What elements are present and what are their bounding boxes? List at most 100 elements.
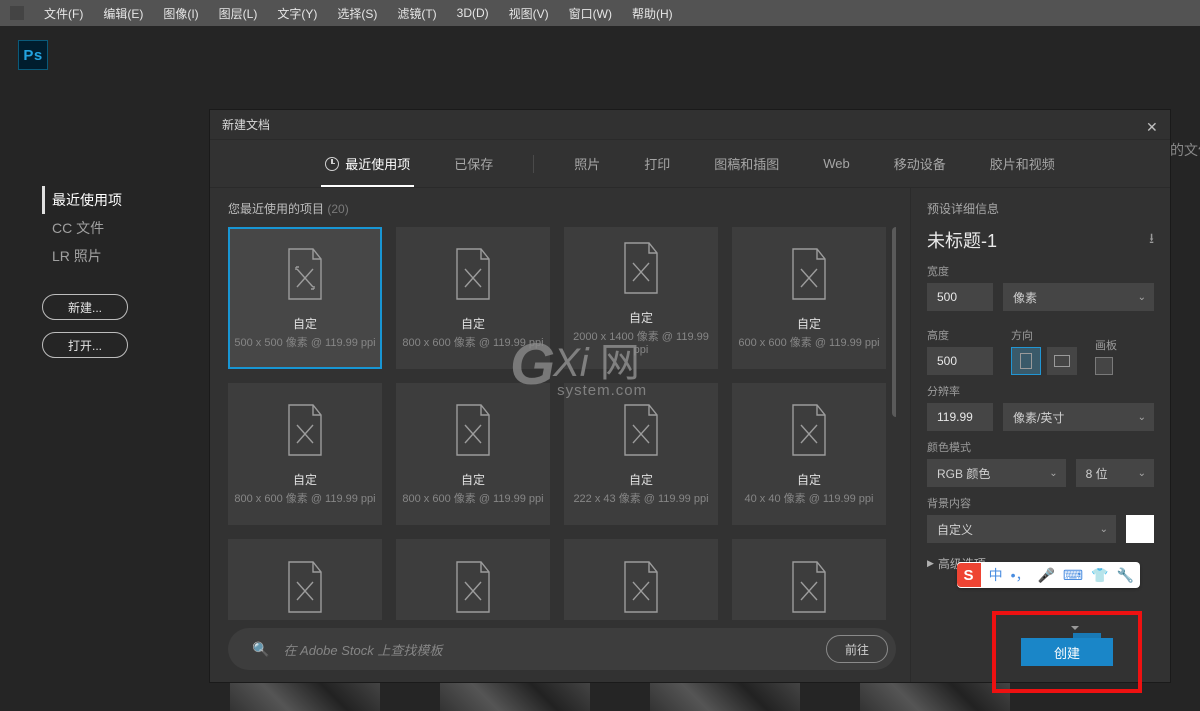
- width-unit-select[interactable]: 像素 ⌄: [1003, 283, 1154, 311]
- home-sidebar: 最近使用项 CC 文件 LR 照片 新建... 打开...: [42, 186, 192, 358]
- artboard-checkbox[interactable]: [1095, 357, 1113, 375]
- select-value: 像素/英寸: [1013, 409, 1064, 426]
- menubar: 文件(F) 编辑(E) 图像(I) 图层(L) 文字(Y) 选择(S) 滤镜(T…: [0, 0, 1200, 26]
- tab-saved[interactable]: 已保存: [450, 140, 497, 187]
- bit-depth-select[interactable]: 8 位 ⌄: [1076, 459, 1154, 487]
- menu-select[interactable]: 选择(S): [329, 3, 385, 24]
- menu-help[interactable]: 帮助(H): [624, 3, 681, 24]
- template-card[interactable]: 自定 800 x 600 像素 @ 119.99 ppi: [396, 383, 550, 525]
- menu-window[interactable]: 窗口(W): [561, 3, 620, 24]
- template-card[interactable]: [732, 539, 886, 620]
- document-icon: [283, 403, 327, 457]
- search-placeholder: 在 Adobe Stock 上查找模板: [283, 640, 826, 659]
- menu-3d[interactable]: 3D(D): [449, 4, 497, 22]
- document-icon: [787, 560, 831, 614]
- template-card[interactable]: 自定 40 x 40 像素 @ 119.99 ppi: [732, 383, 886, 525]
- template-card[interactable]: 自定 800 x 600 像素 @ 119.99 ppi: [228, 383, 382, 525]
- go-button[interactable]: 前往: [826, 635, 888, 663]
- menu-filter[interactable]: 滤镜(T): [389, 3, 444, 24]
- search-icon: 🔍: [252, 641, 269, 658]
- card-meta: 800 x 600 像素 @ 119.99 ppi: [402, 490, 543, 506]
- tab-photo[interactable]: 照片: [570, 140, 604, 187]
- menu-view[interactable]: 视图(V): [501, 3, 557, 24]
- orient-landscape-button[interactable]: [1047, 347, 1077, 375]
- chevron-down-icon: ⌄: [1049, 468, 1057, 479]
- dialog-header: 新建文档 ✕: [210, 110, 1170, 140]
- ime-lang-icon[interactable]: 中: [989, 565, 1003, 585]
- new-document-dialog: 新建文档 ✕ 最近使用项 已保存 照片 打印 图稿和插图 Web 移动设备 胶片…: [210, 110, 1170, 682]
- card-title: 自定: [797, 471, 821, 488]
- orient-portrait-button[interactable]: [1011, 347, 1041, 375]
- ime-punct-icon[interactable]: •，: [1011, 565, 1030, 585]
- width-input[interactable]: [927, 283, 993, 311]
- landscape-icon: [1054, 355, 1070, 367]
- color-mode-select[interactable]: RGB 颜色 ⌄: [927, 459, 1066, 487]
- resolution-label: 分辨率: [927, 383, 1154, 399]
- template-card[interactable]: 自定 222 x 43 像素 @ 119.99 ppi: [564, 383, 718, 525]
- tab-web[interactable]: Web: [819, 140, 854, 187]
- card-title: 自定: [293, 471, 317, 488]
- document-name[interactable]: 未标题-1: [927, 227, 997, 253]
- bg-color-swatch[interactable]: [1126, 515, 1154, 543]
- stock-search-bar[interactable]: 🔍 在 Adobe Stock 上查找模板 前往: [228, 628, 896, 670]
- ime-skin-icon[interactable]: 👕: [1091, 567, 1108, 584]
- height-label: 高度: [927, 327, 993, 343]
- sidebar-item-cc[interactable]: CC 文件: [42, 214, 192, 242]
- chevron-down-icon: ⌄: [1138, 412, 1146, 423]
- card-title: 自定: [797, 315, 821, 332]
- detail-heading: 预设详细信息: [927, 200, 1154, 217]
- tab-recent[interactable]: 最近使用项: [321, 140, 414, 187]
- recent-heading-text: 您最近使用的项目: [228, 202, 324, 216]
- clock-icon: [325, 157, 339, 171]
- close-icon[interactable]: ✕: [1146, 119, 1158, 131]
- select-value: 自定义: [937, 521, 973, 538]
- chevron-down-icon: ⌄: [1138, 468, 1146, 479]
- tab-art[interactable]: 图稿和插图: [710, 140, 783, 187]
- sidebar-item-lr[interactable]: LR 照片: [42, 242, 192, 270]
- template-card[interactable]: 自定 800 x 600 像素 @ 119.99 ppi: [396, 227, 550, 369]
- sidebar-item-recent[interactable]: 最近使用项: [42, 186, 192, 214]
- template-card[interactable]: [396, 539, 550, 620]
- tab-separator: [533, 155, 534, 173]
- template-card[interactable]: [228, 539, 382, 620]
- width-label: 宽度: [927, 263, 1154, 279]
- ime-logo-icon[interactable]: S: [957, 563, 981, 587]
- ime-toolbar[interactable]: S 中 •， 🎤 ⌨ 👕 🔧: [957, 562, 1140, 588]
- menu-type[interactable]: 文字(Y): [269, 3, 325, 24]
- bg-content-label: 背景内容: [927, 495, 1154, 511]
- document-icon: [787, 403, 831, 457]
- menu-file[interactable]: 文件(F): [36, 3, 91, 24]
- chevron-down-icon: ⌄: [1138, 292, 1146, 303]
- open-button[interactable]: 打开...: [42, 332, 128, 358]
- save-preset-icon[interactable]: ⭳: [1149, 228, 1154, 252]
- card-meta: 500 x 500 像素 @ 119.99 ppi: [234, 334, 375, 350]
- menu-image[interactable]: 图像(I): [155, 3, 206, 24]
- triangle-right-icon: ▶: [927, 558, 934, 569]
- tab-print[interactable]: 打印: [640, 140, 674, 187]
- app-small-icon: [10, 6, 24, 20]
- dialog-body: 您最近使用的项目 (20) 自定 500 x 500 像素 @ 119.99 p…: [210, 188, 1170, 682]
- resolution-input[interactable]: [927, 403, 993, 431]
- menu-layer[interactable]: 图层(L): [211, 3, 266, 24]
- ime-mic-icon[interactable]: 🎤: [1037, 567, 1054, 584]
- template-grid: 自定 500 x 500 像素 @ 119.99 ppi 自定 800 x 60…: [228, 227, 896, 620]
- app-header: Ps: [0, 26, 1200, 84]
- ime-keyboard-icon[interactable]: ⌨: [1063, 567, 1083, 584]
- create-button[interactable]: 创建: [1021, 638, 1113, 666]
- template-card[interactable]: 自定 500 x 500 像素 @ 119.99 ppi: [228, 227, 382, 369]
- card-meta: 800 x 600 像素 @ 119.99 ppi: [234, 490, 375, 506]
- bg-content-select[interactable]: 自定义 ⌄: [927, 515, 1116, 543]
- template-card[interactable]: 自定 600 x 600 像素 @ 119.99 ppi: [732, 227, 886, 369]
- orient-label: 方向: [1011, 327, 1077, 343]
- tab-film[interactable]: 胶片和视频: [986, 140, 1059, 187]
- template-card[interactable]: 自定 2000 x 1400 像素 @ 119.99 ppi: [564, 227, 718, 369]
- tab-mobile[interactable]: 移动设备: [890, 140, 950, 187]
- template-card[interactable]: [564, 539, 718, 620]
- new-button[interactable]: 新建...: [42, 294, 128, 320]
- menu-edit[interactable]: 编辑(E): [95, 3, 151, 24]
- portrait-icon: [1020, 353, 1032, 369]
- ime-tool-icon[interactable]: 🔧: [1117, 567, 1134, 584]
- scrollbar-thumb[interactable]: [892, 227, 896, 417]
- resolution-unit-select[interactable]: 像素/英寸 ⌄: [1003, 403, 1154, 431]
- height-input[interactable]: [927, 347, 993, 375]
